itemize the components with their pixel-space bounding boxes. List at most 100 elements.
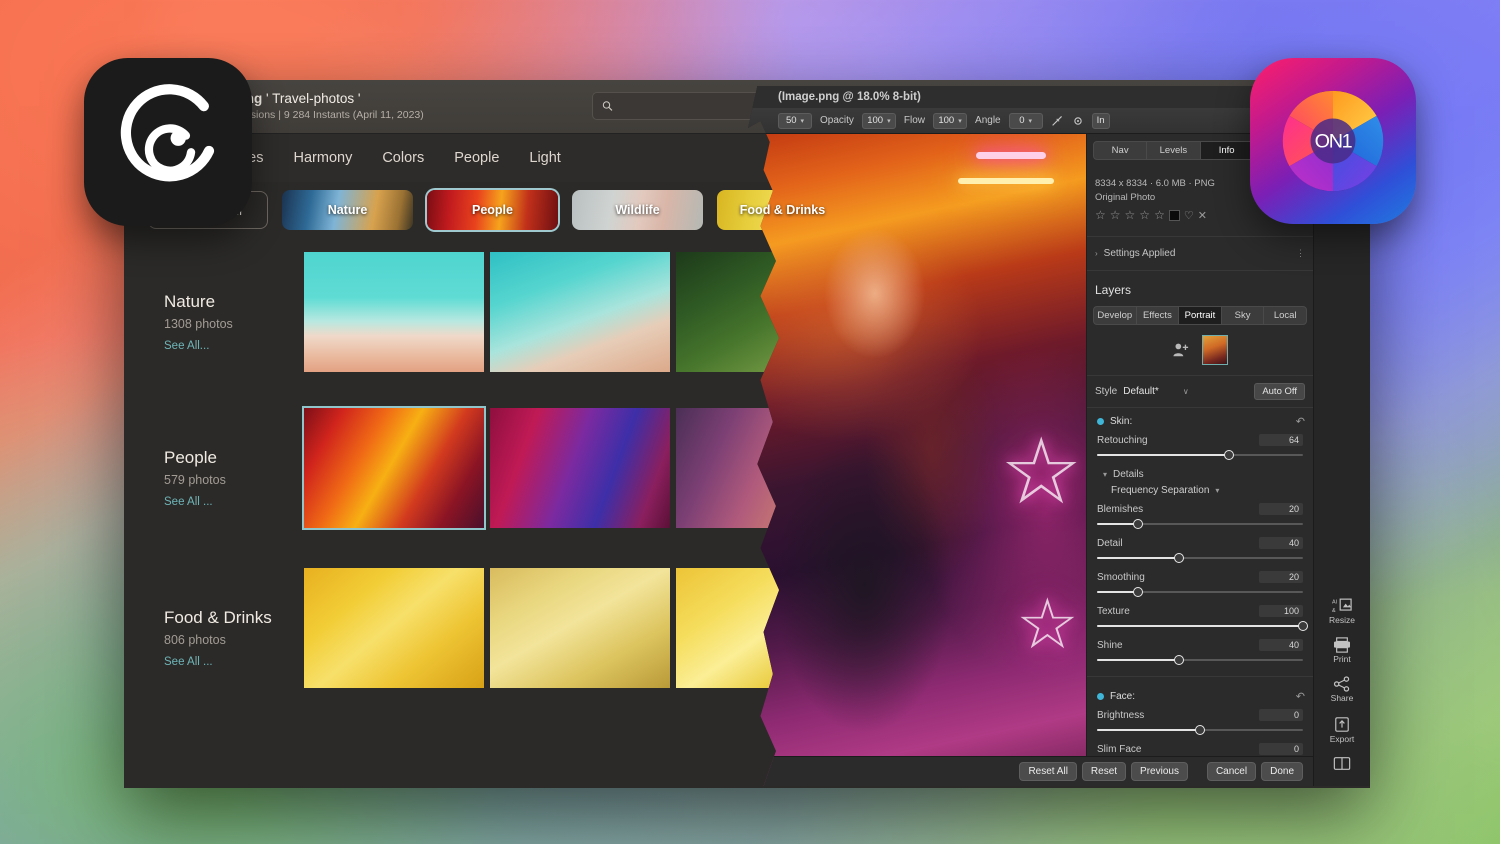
slider-knob[interactable] [1174,553,1185,563]
slider-knob[interactable] [1223,450,1234,460]
star-icon[interactable]: ☆ [1095,208,1106,222]
star-icon[interactable]: ☆ [1139,208,1150,222]
tab-develop[interactable]: Develop [1094,307,1137,324]
thumb-cocktail[interactable] [304,568,484,688]
star-icon[interactable]: ☆ [1125,208,1136,222]
group-header-skin[interactable]: Skin: ↶ [1087,408,1313,431]
slider-track[interactable] [1097,518,1303,530]
color-label-swatch[interactable] [1168,209,1180,221]
slider-track[interactable] [1097,449,1303,461]
capture-one-app-icon[interactable] [84,58,252,226]
slider-knob[interactable] [1133,519,1144,529]
slider-label: Brightness [1097,709,1145,721]
slider-knob[interactable] [1298,621,1308,631]
rail-print[interactable]: Print [1314,632,1370,669]
brush-size-field[interactable]: 50 ▾ [778,112,812,129]
tab-local[interactable]: Local [1264,307,1306,324]
style-label: Style [1095,386,1118,397]
rail-export[interactable]: Export [1314,711,1370,749]
slider-detail[interactable]: Detail 40 [1087,534,1313,568]
slider-texture[interactable]: Texture 100 [1087,602,1313,636]
slider-track[interactable] [1097,552,1303,564]
opacity-field[interactable]: 100 ▾ [861,112,896,129]
settings-applied-row[interactable]: › Settings Applied ⋮ [1087,243,1313,264]
auto-toggle-button[interactable]: Auto Off [1254,383,1305,400]
enable-toggle-icon[interactable] [1097,693,1104,700]
chip-nature[interactable]: Nature [282,190,413,230]
tab-harmony[interactable]: Harmony [294,150,353,166]
slider-shine[interactable]: Shine 40 [1087,636,1313,670]
portrait-subject [750,204,1010,764]
rail-share[interactable]: Share [1314,671,1370,708]
slider-value: 100 [1259,605,1303,617]
slider-smoothing[interactable]: Smoothing 20 [1087,568,1313,602]
slider-brightness[interactable]: Brightness 0 [1087,706,1313,740]
chevron-down-icon: ▾ [800,117,805,125]
slider-knob[interactable] [1195,725,1205,735]
tab-nav[interactable]: Nav [1094,142,1148,159]
thumb-beach-wave[interactable] [304,252,484,372]
chevron-down-icon: ▾ [958,117,962,125]
thumb-neon-profile[interactable] [490,408,670,528]
slider-blemishes[interactable]: Blemishes 20 [1087,500,1313,534]
thumb-neon-portrait[interactable] [304,408,484,528]
style-value[interactable]: Default* [1123,386,1159,397]
slider-track[interactable] [1097,654,1303,666]
slider-fill [1097,659,1180,661]
add-person-icon[interactable] [1172,342,1190,358]
slider-fill [1097,557,1180,559]
tab-people[interactable]: People [454,150,499,166]
frequency-separation-dropdown[interactable]: Frequency Separation ▾ [1087,483,1313,500]
in-out-toggle[interactable]: In [1091,112,1110,129]
slider-retouching[interactable]: Retouching 64 [1087,431,1313,465]
gear-icon[interactable] [1072,115,1084,127]
slider-track[interactable] [1097,620,1308,632]
tab-portrait[interactable]: Portrait [1179,307,1222,324]
reset-icon[interactable]: ↶ [1296,690,1305,703]
slider-knob[interactable] [1174,655,1185,665]
chevron-down-icon[interactable]: ∨ [1183,387,1189,396]
slider-label: Slim Face [1097,743,1142,755]
angle-field[interactable]: 0 ▾ [1008,112,1043,129]
rail-compare[interactable] [1314,751,1370,776]
tab-light[interactable]: Light [529,150,560,166]
tab-info[interactable]: Info [1200,142,1254,159]
details-disclosure[interactable]: ▾ Details [1087,465,1313,483]
thumb-sandwich[interactable] [490,568,670,688]
star-icon[interactable]: ☆ [1110,208,1121,222]
tab-effects[interactable]: Effects [1137,307,1180,324]
cancel-button[interactable]: Cancel [1206,762,1257,781]
slider-value: 40 [1259,639,1303,651]
see-all-link[interactable]: See All... [164,340,324,352]
flow-field[interactable]: 100 ▾ [933,112,968,129]
slider-knob[interactable] [1133,587,1144,597]
chip-people[interactable]: People [427,190,558,230]
close-icon[interactable]: ✕ [1198,209,1207,222]
done-button[interactable]: Done [1261,762,1303,781]
reset-button[interactable]: Reset [1081,762,1127,781]
thumb-lagoon[interactable] [490,252,670,372]
chip-wildlife[interactable]: Wildlife [572,190,703,230]
reset-all-button[interactable]: Reset All [1019,762,1077,781]
slider-track[interactable] [1097,724,1303,736]
reset-icon[interactable]: ↶ [1296,415,1305,428]
slider-track[interactable] [1097,586,1303,598]
see-all-link[interactable]: See All ... [164,656,324,668]
settings-menu-icon[interactable]: ⋮ [1296,248,1305,259]
face-thumbnail[interactable] [1202,335,1228,365]
on1-photo-canvas[interactable]: ☆ ☆ [748,134,1086,786]
slider-value: 0 [1259,709,1303,721]
tab-colors[interactable]: Colors [382,150,424,166]
rail-ai-resize[interactable]: AI & Resize [1314,592,1370,630]
enable-toggle-icon[interactable] [1097,418,1104,425]
pen-pressure-icon[interactable] [1051,114,1064,127]
rail-label: Print [1333,653,1351,664]
star-icon[interactable]: ☆ [1154,208,1165,222]
heart-icon[interactable]: ♡ [1184,209,1194,222]
tab-sky[interactable]: Sky [1222,307,1265,324]
group-header-face[interactable]: Face: ↶ [1087,683,1313,706]
see-all-link[interactable]: See All ... [164,496,324,508]
on1-app-icon[interactable]: ON1 [1250,58,1416,224]
tab-levels[interactable]: Levels [1147,142,1201,159]
previous-button[interactable]: Previous [1131,762,1188,781]
